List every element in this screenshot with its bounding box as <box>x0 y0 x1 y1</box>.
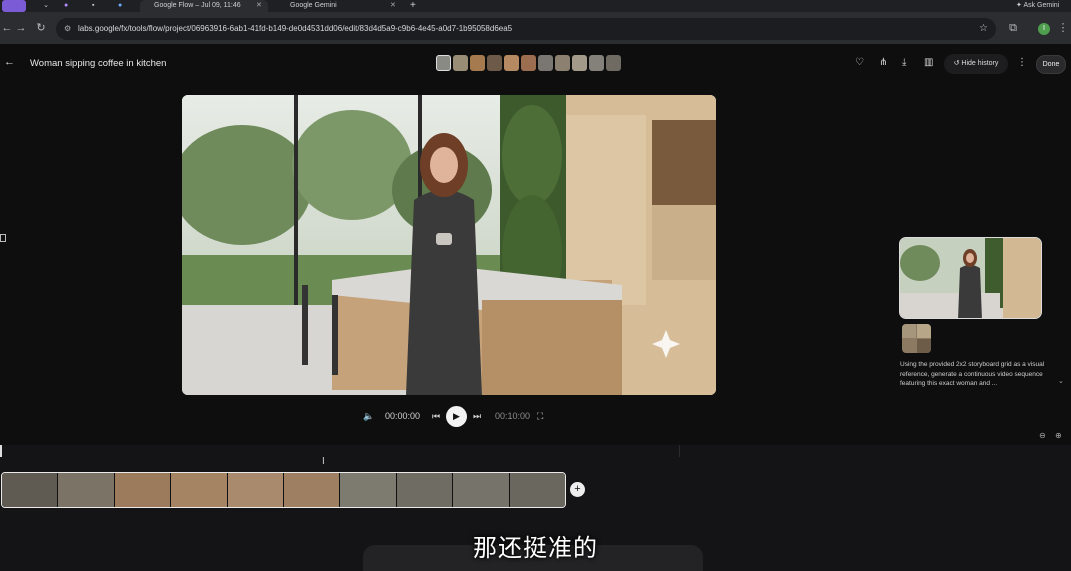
video-preview[interactable] <box>182 95 716 395</box>
video-frame-image <box>182 95 716 395</box>
tab-label: Google Flow – Jul 09, 11:46 <box>154 2 241 9</box>
hide-history-button[interactable]: ↺ Hide history <box>944 54 1008 74</box>
history-thumbnail[interactable] <box>436 55 451 71</box>
history-thumbnail[interactable] <box>572 55 587 71</box>
tab-label: Google Gemini <box>290 2 337 9</box>
tab-search-icon[interactable]: ⌄ <box>40 0 52 12</box>
tab-google-flow[interactable]: Google Flow – Jul 09, 11:46 <box>140 0 268 12</box>
clip-frame <box>509 473 565 507</box>
more-vert-icon[interactable]: ⋮ <box>1017 57 1027 68</box>
url-text: labs.google/fx/tools/flow/project/069639… <box>78 24 513 33</box>
reference-image <box>902 324 931 353</box>
tab-favicon[interactable]: ● <box>64 0 74 12</box>
total-time: 00:10:00 <box>495 411 531 421</box>
history-thumbnail[interactable] <box>504 55 519 71</box>
expand-prompt-icon[interactable]: ⌄ <box>1058 377 1064 385</box>
volume-icon[interactable]: 🔈 <box>363 405 374 427</box>
site-info-icon[interactable]: ⚙ <box>64 18 71 40</box>
history-icon: ↺ <box>953 60 960 67</box>
tab-close-icon[interactable]: ✕ <box>256 0 266 12</box>
trash-icon[interactable]: ▥ <box>924 57 933 68</box>
extensions-icon[interactable]: ⧉ <box>1002 17 1024 39</box>
clip-frame <box>453 473 510 507</box>
timeline-ruler[interactable] <box>0 445 680 457</box>
add-clip-button[interactable]: + <box>570 482 585 497</box>
history-thumbnail[interactable] <box>470 55 485 71</box>
history-thumbnail[interactable] <box>555 55 570 71</box>
clip-frame <box>340 473 397 507</box>
play-icon: ▶ <box>453 411 460 421</box>
side-panel-toggle-icon[interactable] <box>0 234 6 242</box>
tab-favicon[interactable]: ▪ <box>92 0 102 12</box>
history-thumbnail[interactable] <box>487 55 502 71</box>
video-subtitle: 那还挺准的 <box>473 535 598 562</box>
address-bar[interactable]: ⚙ labs.google/fx/tools/flow/project/0696… <box>56 18 996 40</box>
clip-frame <box>171 473 228 507</box>
download-icon[interactable]: ⤓ <box>902 57 906 68</box>
tab-google-gemini[interactable]: Google Gemini <box>276 0 400 12</box>
ask-gemini-button[interactable]: ✦ Ask Gemini <box>1016 0 1071 12</box>
browser-tab-strip: ⌄ ● ▪ ● Google Flow – Jul 09, 11:46 ✕ Go… <box>0 0 1071 12</box>
tab-close-icon[interactable]: ✕ <box>390 0 400 12</box>
browser-menu-icon[interactable]: ⋮ <box>1052 17 1071 39</box>
reference-image-thumbnail[interactable] <box>902 324 931 353</box>
fullscreen-icon[interactable]: ⛶ <box>537 405 543 427</box>
ask-gemini-label: Ask Gemini <box>1023 2 1060 9</box>
tab-favicon[interactable]: ● <box>118 0 128 12</box>
clip-history-thumbnails <box>436 55 621 73</box>
add-icon: + <box>574 483 581 495</box>
bookmark-star-icon[interactable]: ☆ <box>979 18 988 40</box>
profile-initial: I <box>1043 25 1045 32</box>
zoom-out-icon[interactable]: ⊖ <box>1039 431 1046 440</box>
clip-frame <box>114 473 172 507</box>
clip-frame <box>2 473 59 507</box>
clip-frame <box>227 473 285 507</box>
share-icon[interactable]: ⋔ <box>879 57 887 68</box>
heart-icon[interactable]: ♡ <box>855 57 864 68</box>
skip-forward-icon[interactable]: ⏭ <box>473 405 481 427</box>
playhead[interactable] <box>0 445 2 457</box>
prompt-text: Using the provided 2x2 storyboard grid a… <box>900 361 1045 387</box>
history-thumbnail[interactable] <box>538 55 553 71</box>
current-time: 00:00:00 <box>385 411 421 421</box>
reload-icon[interactable]: ↻ <box>30 17 52 39</box>
tab-group-chip[interactable] <box>2 0 26 12</box>
zoom-in-icon[interactable]: ⊕ <box>1055 431 1062 440</box>
profile-avatar[interactable]: I <box>1038 23 1050 35</box>
clip-frame <box>284 473 341 507</box>
clip-frame <box>396 473 454 507</box>
text-cursor-icon: I <box>322 456 325 467</box>
play-button[interactable]: ▶ <box>446 406 467 427</box>
new-tab-icon[interactable]: + <box>410 0 420 12</box>
history-thumbnail[interactable] <box>521 55 536 71</box>
video-clip[interactable] <box>1 472 566 508</box>
hide-history-label: Hide history <box>961 60 999 67</box>
forward-nav-icon[interactable]: → <box>10 17 32 39</box>
skip-back-icon[interactable]: ⏮ <box>432 405 440 427</box>
selected-version-thumbnail[interactable] <box>899 237 1042 319</box>
version-preview-image <box>900 238 1041 318</box>
history-thumbnail[interactable] <box>589 55 604 71</box>
project-title: Woman sipping coffee in kitchen <box>30 58 167 69</box>
history-thumbnail[interactable] <box>606 55 621 71</box>
back-arrow-icon[interactable]: ← <box>4 56 15 68</box>
done-button[interactable]: Done <box>1036 55 1066 74</box>
clip-frame <box>58 473 115 507</box>
history-thumbnail[interactable] <box>453 55 468 71</box>
